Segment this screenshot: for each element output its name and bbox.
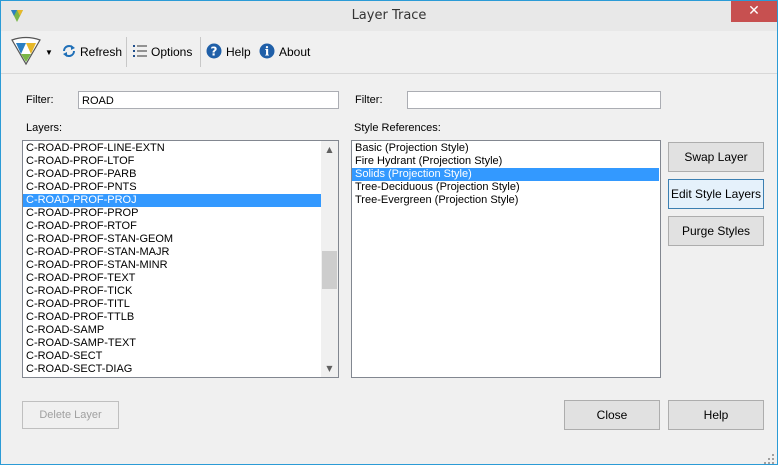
options-list-icon bbox=[133, 44, 147, 61]
layer-trace-window: Layer Trace ✕ ▼ Refresh Options ? Help i… bbox=[0, 0, 778, 465]
list-item[interactable]: C-ROAD-PROF-STAN-GEOM bbox=[23, 233, 321, 246]
swap-layer-button[interactable]: Swap Layer bbox=[668, 142, 764, 172]
list-item[interactable]: C-ROAD-PROF-PROP bbox=[23, 207, 321, 220]
app-logo-icon bbox=[9, 36, 43, 69]
list-item[interactable]: C-ROAD-PROF-TEXT bbox=[23, 272, 321, 285]
layers-label: Layers: bbox=[26, 122, 63, 134]
list-item[interactable]: Fire Hydrant (Projection Style) bbox=[352, 155, 659, 168]
options-label: Options bbox=[151, 45, 193, 59]
layer-filter-label: Filter: bbox=[26, 94, 54, 106]
chevron-down-icon: ▼ bbox=[45, 47, 53, 57]
style-references-listbox[interactable]: Basic (Projection Style) Fire Hydrant (Pr… bbox=[351, 140, 661, 378]
list-item[interactable]: C-ROAD-SECT bbox=[23, 350, 321, 363]
list-item[interactable]: C-ROAD-PROF-STAN-MAJR bbox=[23, 246, 321, 259]
close-window-button[interactable]: ✕ bbox=[731, 1, 777, 22]
list-item[interactable]: C-ROAD-SAMP-TEXT bbox=[23, 337, 321, 350]
layers-scrollbar[interactable]: ▲ ▼ bbox=[321, 141, 338, 377]
list-item[interactable]: C-ROAD-PROF-PNTS bbox=[23, 181, 321, 194]
toolbar: ▼ Refresh Options ? Help i About bbox=[1, 31, 777, 74]
list-item[interactable]: Tree-Evergreen (Projection Style) bbox=[352, 194, 659, 207]
list-item[interactable]: C-ROAD-PROF-LINE-EXTN bbox=[23, 142, 321, 155]
style-references-list: Basic (Projection Style) Fire Hydrant (Pr… bbox=[352, 142, 659, 207]
svg-text:?: ? bbox=[211, 44, 218, 58]
style-references-label: Style References: bbox=[354, 122, 441, 134]
refresh-button[interactable]: Refresh bbox=[61, 40, 122, 64]
refresh-label: Refresh bbox=[80, 45, 123, 59]
info-icon: i bbox=[259, 43, 275, 62]
list-item[interactable]: C-ROAD-SECT-DIAG bbox=[23, 363, 321, 376]
list-item[interactable]: C-ROAD-PROF-RTOF bbox=[23, 220, 321, 233]
style-filter-label: Filter: bbox=[355, 94, 383, 106]
title-bar: Layer Trace ✕ bbox=[1, 1, 777, 31]
layer-filter-input[interactable]: ROAD bbox=[78, 91, 339, 109]
scroll-down-arrow-icon[interactable]: ▼ bbox=[321, 360, 338, 377]
app-menu-button[interactable]: ▼ bbox=[9, 36, 53, 68]
list-item[interactable]: C-ROAD-PROF-TITL bbox=[23, 298, 321, 311]
scroll-thumb[interactable] bbox=[322, 251, 337, 289]
list-item[interactable]: C-ROAD-PROF-PARB bbox=[23, 168, 321, 181]
list-item[interactable]: C-ROAD-PROF-PROJ bbox=[23, 194, 321, 207]
list-item[interactable]: Solids (Projection Style) bbox=[352, 168, 659, 181]
about-label: About bbox=[279, 45, 311, 59]
help-label: Help bbox=[226, 45, 251, 59]
resize-grip-icon[interactable] bbox=[763, 450, 775, 464]
list-item[interactable]: C-ROAD-PROF-LTOF bbox=[23, 155, 321, 168]
help-toolbar-button[interactable]: ? Help bbox=[206, 40, 251, 64]
style-filter-input[interactable] bbox=[407, 91, 661, 109]
list-item[interactable]: C-ROAD-PROF-TICK bbox=[23, 285, 321, 298]
scroll-up-arrow-icon[interactable]: ▲ bbox=[321, 141, 338, 158]
about-button[interactable]: i About bbox=[259, 40, 310, 64]
refresh-icon bbox=[61, 43, 77, 62]
list-item[interactable]: C-ROAD-PROF-STAN-MINR bbox=[23, 259, 321, 272]
layers-listbox[interactable]: C-ROAD-PROF-LINE-EXTN C-ROAD-PROF-LTOF C-R… bbox=[22, 140, 339, 378]
toolbar-separator bbox=[200, 37, 201, 67]
options-button[interactable]: Options bbox=[133, 40, 192, 64]
help-button[interactable]: Help bbox=[668, 400, 764, 430]
list-item[interactable]: Tree-Deciduous (Projection Style) bbox=[352, 181, 659, 194]
list-item[interactable]: C-ROAD-PROF-TTLB bbox=[23, 311, 321, 324]
delete-layer-button[interactable]: Delete Layer bbox=[22, 401, 119, 429]
layers-list: C-ROAD-PROF-LINE-EXTN C-ROAD-PROF-LTOF C-R… bbox=[23, 142, 321, 376]
purge-styles-button[interactable]: Purge Styles bbox=[668, 216, 764, 246]
help-icon: ? bbox=[206, 43, 222, 62]
list-item[interactable]: Basic (Projection Style) bbox=[352, 142, 659, 155]
svg-text:i: i bbox=[265, 44, 270, 58]
window-title: Layer Trace bbox=[351, 8, 427, 23]
list-item[interactable]: C-ROAD-SAMP bbox=[23, 324, 321, 337]
edit-style-layers-button[interactable]: Edit Style Layers bbox=[668, 179, 764, 209]
close-button[interactable]: Close bbox=[564, 400, 660, 430]
toolbar-separator bbox=[126, 37, 127, 67]
